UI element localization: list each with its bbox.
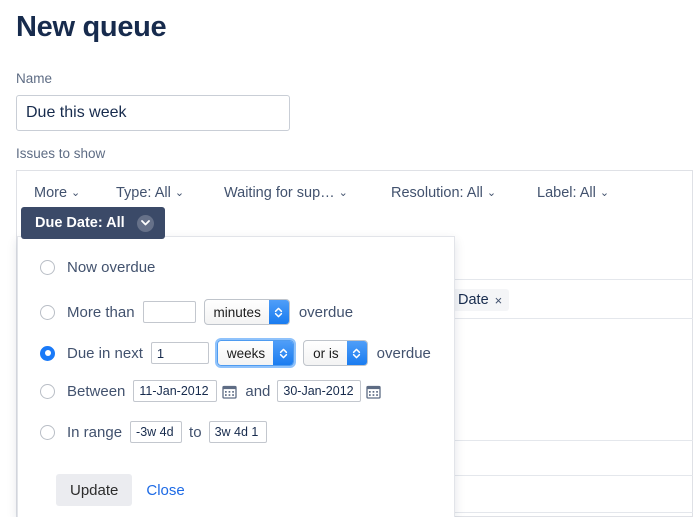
filter-resolution[interactable]: Resolution: All ⌄ — [391, 183, 496, 204]
between-from-input[interactable] — [133, 380, 218, 402]
due-in-next-unit-value: weeks — [226, 345, 266, 361]
remove-icon[interactable]: × — [495, 293, 503, 308]
option-in-range[interactable]: In range to — [40, 421, 267, 443]
radio-in-range[interactable] — [40, 424, 55, 440]
filter-due-date-chip[interactable]: Due Date: All — [21, 207, 165, 239]
more-than-amount-input[interactable] — [142, 301, 196, 323]
due-in-next-unit-select[interactable]: weeks — [214, 338, 297, 368]
more-than-unit-value: minutes — [213, 304, 261, 320]
queue-name-input[interactable] — [16, 95, 290, 131]
filter-type[interactable]: Type: All ⌄ — [116, 183, 184, 204]
filter-label-text: Label: All — [537, 185, 596, 201]
option-in-range-joiner: to — [189, 423, 202, 441]
option-more-than[interactable]: More than minutes overdue — [40, 299, 361, 325]
filter-more-label: More — [34, 185, 68, 201]
calendar-icon[interactable] — [366, 384, 382, 399]
filter-label[interactable]: Label: All ⌄ — [537, 183, 609, 204]
stepper-icon[interactable] — [268, 300, 289, 324]
filter-resolution-label: Resolution: All — [391, 185, 483, 201]
date-column-tag-label: Date — [458, 292, 489, 308]
filter-due-date-label: Due Date: All — [35, 215, 125, 231]
option-between[interactable]: Between and — [40, 380, 389, 402]
close-link[interactable]: Close — [146, 482, 184, 499]
stepper-icon[interactable] — [346, 341, 367, 365]
update-button[interactable]: Update — [56, 474, 133, 506]
option-due-in-next-label: Due in next — [67, 344, 143, 362]
filter-type-label: Type: All — [116, 185, 171, 201]
due-in-next-amount-input[interactable] — [150, 342, 209, 364]
date-column-tag[interactable]: Date × — [451, 289, 510, 311]
in-range-to-input[interactable] — [208, 421, 267, 443]
popup-actions: Update Close — [56, 474, 185, 506]
option-due-in-next[interactable]: Due in next weeks or is overdue — [40, 338, 439, 368]
chevron-down-icon: ⌄ — [71, 187, 81, 199]
radio-between[interactable] — [40, 383, 55, 399]
stepper-icon[interactable] — [273, 341, 294, 365]
due-in-next-condition-select[interactable]: or is — [303, 340, 368, 366]
option-more-than-label: More than — [67, 303, 135, 321]
due-in-next-condition-value: or is — [313, 345, 339, 361]
calendar-icon[interactable] — [222, 384, 238, 399]
chevron-down-icon: ⌄ — [486, 187, 497, 199]
option-now-overdue-label: Now overdue — [67, 259, 156, 276]
between-to-input[interactable] — [277, 380, 362, 402]
more-than-unit-select[interactable]: minutes — [203, 299, 290, 325]
issues-to-show-label: Issues to show — [16, 146, 106, 161]
option-between-label: Between — [67, 382, 126, 400]
option-in-range-label: In range — [67, 423, 123, 441]
name-field-label: Name — [16, 71, 53, 86]
chevron-down-icon: ⌄ — [599, 187, 610, 199]
page-title: New queue — [16, 11, 167, 43]
in-range-from-input[interactable] — [130, 421, 183, 443]
option-more-than-suffix: overdue — [298, 303, 354, 321]
option-between-joiner: and — [245, 382, 271, 400]
filter-waiting-label: Waiting for sup… — [224, 185, 335, 201]
filter-waiting-for-support[interactable]: Waiting for sup… ⌄ — [224, 183, 348, 204]
radio-now-overdue[interactable] — [40, 260, 55, 275]
chevron-down-icon[interactable] — [136, 214, 154, 232]
option-now-overdue[interactable]: Now overdue — [40, 259, 163, 276]
radio-due-in-next[interactable] — [40, 345, 55, 361]
chevron-down-icon: ⌄ — [338, 187, 348, 199]
option-due-in-next-suffix: overdue — [376, 344, 431, 362]
chevron-down-icon: ⌄ — [174, 187, 185, 199]
due-date-filter-popup: Now overdue More than minutes overdue Du… — [17, 236, 455, 517]
filter-more[interactable]: More ⌄ — [34, 183, 80, 204]
radio-more-than[interactable] — [40, 304, 55, 320]
